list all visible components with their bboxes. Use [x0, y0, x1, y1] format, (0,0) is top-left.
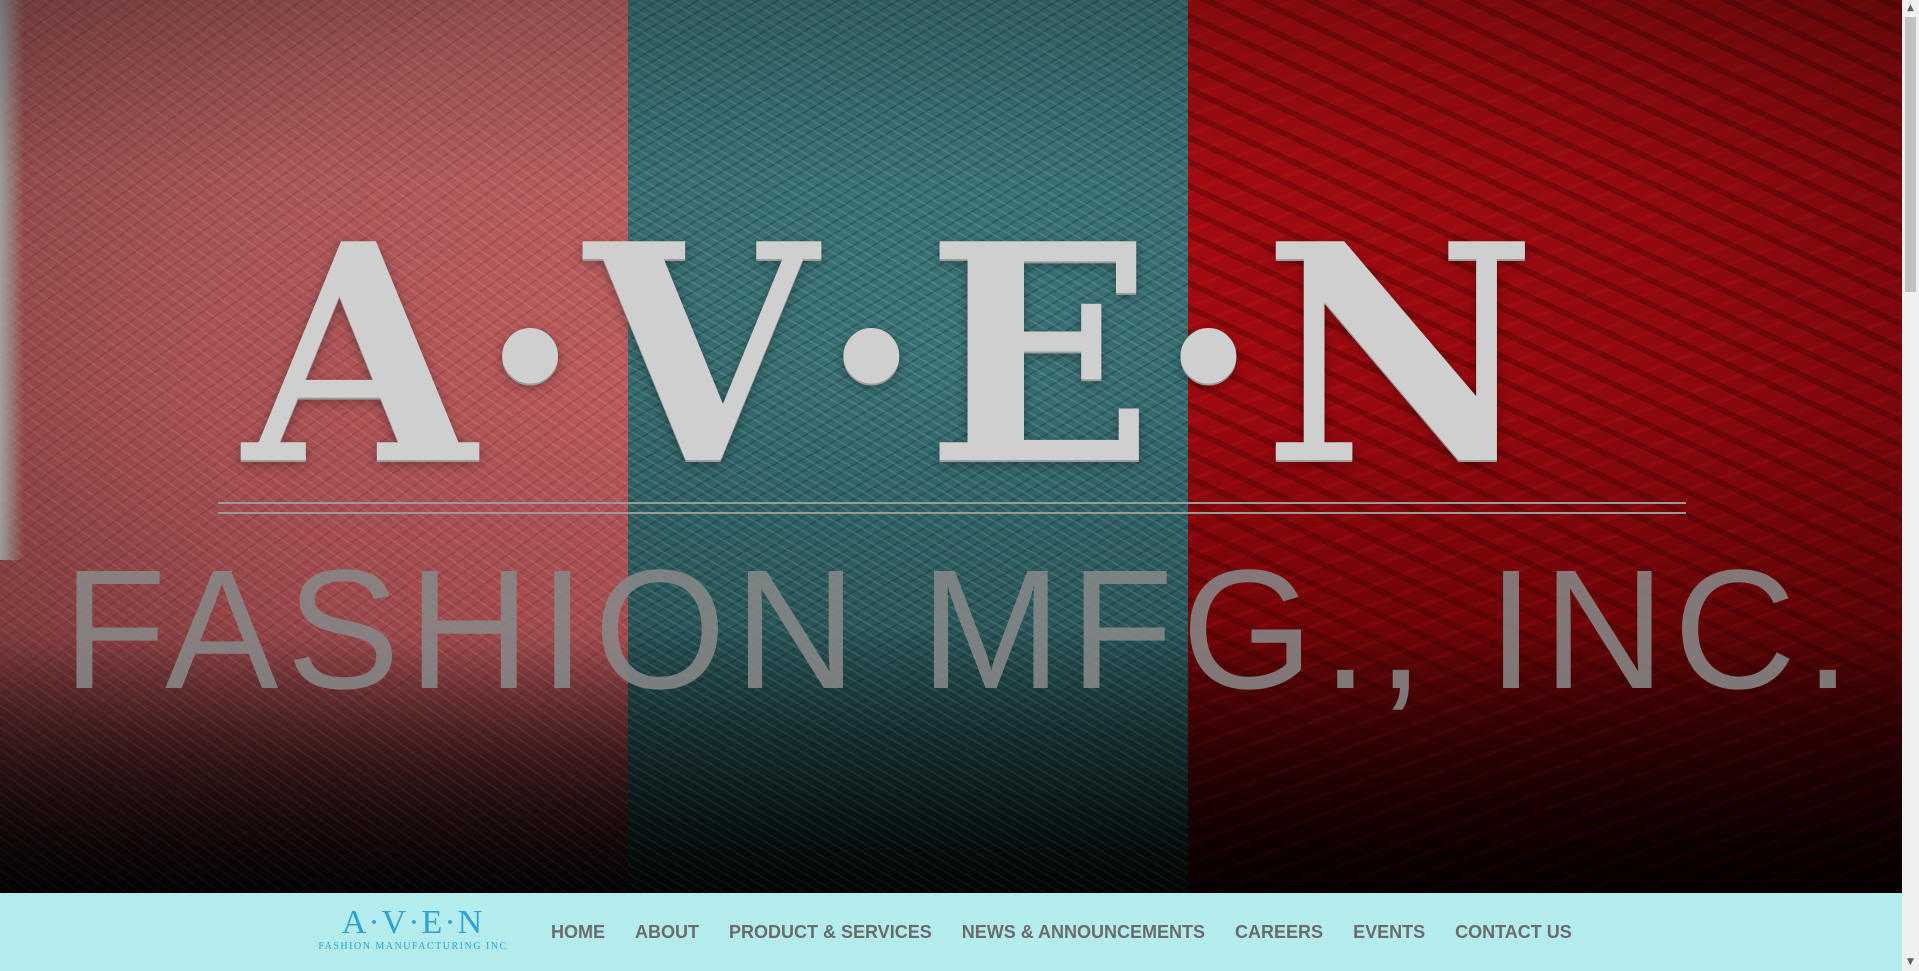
nav-item-news-announcements[interactable]: NEWS & ANNOUNCEMENTS [962, 922, 1205, 943]
scroll-down-arrow-icon[interactable]: ▼ [1902, 954, 1919, 971]
nav-menu: HOME ABOUT PRODUCT & SERVICES NEWS & ANN… [551, 893, 1602, 971]
scrollbar-thumb[interactable] [1905, 17, 1916, 292]
nav-item-product-services[interactable]: PRODUCT & SERVICES [729, 922, 932, 943]
hero-logo-rule-top [218, 502, 1686, 504]
hero-logo-rule-bottom [218, 512, 1686, 514]
brand-logo-mark: A·V·E·N [341, 904, 485, 941]
nav-item-contact-us[interactable]: CONTACT US [1455, 922, 1572, 943]
nav-item-home[interactable]: HOME [551, 922, 605, 943]
scroll-up-arrow-icon[interactable]: ▲ [1902, 0, 1919, 17]
nav-item-events[interactable]: EVENTS [1353, 922, 1425, 943]
hero-banner: A·V·E·N FASHION MFG., INC. [0, 0, 1902, 893]
hero-logo: A·V·E·N FASHION MFG., INC. [0, 0, 1902, 893]
main-navbar: A·V·E·N FASHION MANUFACTURING INC HOME A… [0, 893, 1902, 971]
hero-logo-subtitle: FASHION MFG., INC. [62, 535, 1860, 725]
hero-logo-mark: A·V·E·N [243, 178, 1539, 531]
page: A·V·E·N FASHION MFG., INC. A·V·E·N FASHI… [0, 0, 1919, 971]
nav-item-about[interactable]: ABOUT [635, 922, 699, 943]
nav-item-careers[interactable]: CAREERS [1235, 922, 1323, 943]
brand-logo-tagline: FASHION MANUFACTURING INC [318, 941, 508, 952]
page-scrollbar[interactable]: ▲ ▼ [1902, 0, 1919, 971]
brand-logo[interactable]: A·V·E·N FASHION MANUFACTURING INC [316, 905, 510, 953]
